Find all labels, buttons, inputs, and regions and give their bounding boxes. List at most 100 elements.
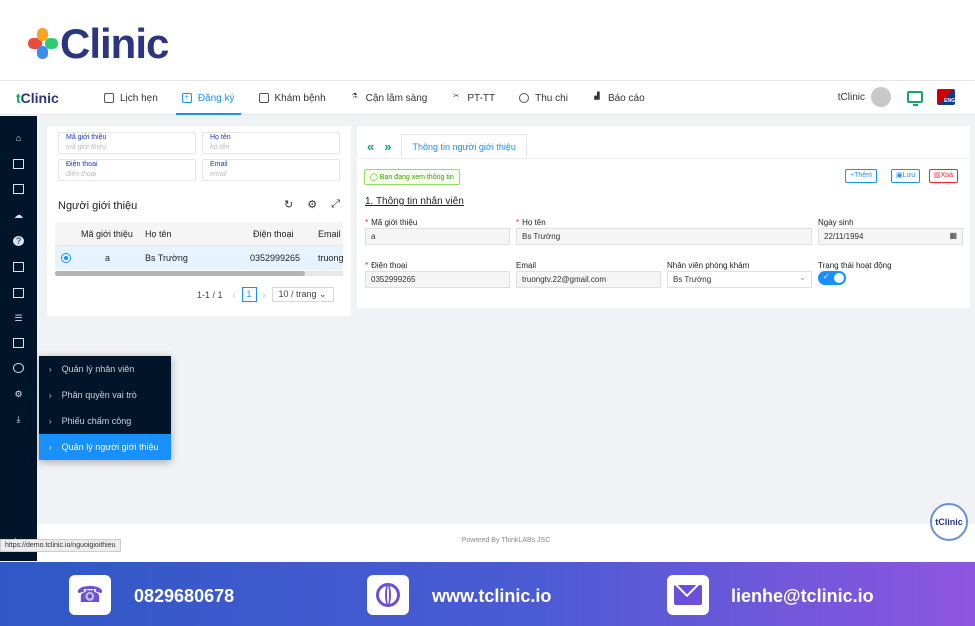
calendar-icon[interactable] <box>13 184 24 194</box>
nav-bao-cao[interactable]: ▟ Báo cáo <box>580 81 657 115</box>
brand-logo: Clinic <box>28 20 169 67</box>
app-logo[interactable]: tClinic <box>16 90 59 106</box>
gears-icon[interactable]: ⚙ <box>13 389 24 399</box>
page-range: 1-1 / 1 <box>197 289 223 300</box>
check-icon: ✓ <box>823 272 830 281</box>
help-icon[interactable]: ? <box>13 236 24 246</box>
top-navigation: tClinic Lịch hẹn + Đăng ký Khám bệnh ⚗ Cận… <box>0 81 975 115</box>
list-title: Người giới thiệu <box>58 200 138 212</box>
pagination: 1-1 / 1 ‹ 1 › 10 / trang ⌄ <box>197 287 334 302</box>
status-toggle[interactable]: ✓ <box>818 271 846 285</box>
column-name: Họ tên <box>145 229 172 239</box>
cloud-upload-icon[interactable]: ☁ <box>13 210 24 220</box>
submenu-referrer-management[interactable]: › Quản lý người giới thiệu <box>39 434 171 460</box>
tab-referrer-info[interactable]: Thông tin người giới thiệu <box>401 134 527 159</box>
referrer-detail-panel: « » Thông tin người giới thiệu ◯ Bạn đan… <box>357 126 970 308</box>
chevron-right-icon: › <box>49 364 52 374</box>
section-title: 1. Thông tin nhân viên <box>365 196 464 207</box>
language-flag-icon[interactable]: ENG <box>937 89 955 105</box>
add-button[interactable]: +Thêm <box>845 169 877 183</box>
dob-field[interactable]: 22/11/1994 ▦ <box>818 228 963 245</box>
nav-pt-tt[interactable]: ✂ PT-TT <box>439 81 507 115</box>
staff-submenu: › Quản lý nhân viên › Phân quyền vai trò ›… <box>39 356 171 460</box>
page-size-select[interactable]: 10 / trang ⌄ <box>271 287 334 302</box>
brand-name: Clinic <box>60 20 169 67</box>
nav-thu-chi[interactable]: Thu chi <box>507 81 580 115</box>
chart-icon: ▟ <box>594 93 600 100</box>
nav-dang-ky[interactable]: + Đăng ký <box>170 81 247 115</box>
monitor-icon[interactable] <box>907 91 923 106</box>
email-label: Email <box>516 261 537 270</box>
page-number[interactable]: 1 <box>241 287 257 302</box>
footer: Powered By ThinkLABs JSC <box>37 524 975 561</box>
money-icon <box>519 93 530 103</box>
chevron-right-icon: › <box>49 416 52 426</box>
card-icon[interactable] <box>13 262 24 272</box>
column-phone: Điện thoại <box>253 229 294 239</box>
exam-icon <box>258 93 269 103</box>
name-label: * Họ tên <box>516 218 546 227</box>
prev-page-icon[interactable]: ‹ <box>233 290 236 300</box>
code-filter-input[interactable]: Mã giới thiệu mã giới thiệu <box>58 132 196 154</box>
staff-label: Nhân viên phòng khám <box>667 261 750 270</box>
nav-lich-hen[interactable]: Lịch hẹn <box>92 81 170 115</box>
email-filter-input[interactable]: Email email <box>202 159 340 181</box>
status-label: Trạng thái hoạt động <box>818 261 892 270</box>
reload-icon[interactable]: ↻ <box>284 198 293 211</box>
scissors-icon: ✂ <box>453 93 460 100</box>
mail-icon <box>667 575 709 615</box>
email-field[interactable]: truongtv.22@gmail.com <box>516 271 661 288</box>
submenu-timesheet[interactable]: › Phiếu chấm công <box>39 408 171 434</box>
phone-field[interactable]: 0352999265 <box>365 271 510 288</box>
download-icon[interactable]: ⤓ <box>13 414 24 424</box>
money-icon[interactable] <box>13 288 24 298</box>
code-field[interactable]: a <box>365 228 510 245</box>
horizontal-scrollbar[interactable] <box>55 271 343 276</box>
double-chevron-right-icon[interactable]: » <box>384 139 391 154</box>
fullscreen-icon[interactable]: ⤢ <box>331 198 340 211</box>
user-circle-icon[interactable] <box>13 363 24 373</box>
tclinic-chat-button[interactable]: tClinic <box>930 503 968 541</box>
nav-kham-benh[interactable]: Khám bệnh <box>247 81 338 115</box>
row-select-radio[interactable] <box>61 253 71 263</box>
contact-website: www.tclinic.io <box>432 586 552 606</box>
id-card-icon[interactable] <box>13 159 24 169</box>
row-code: a <box>105 253 111 263</box>
table-header: Mã giới thiệu Họ tên Điện thoại Email <box>55 222 343 246</box>
sidebar: ⌂ ☁ ? ☰ ⚙ ⤓ › <box>0 116 37 561</box>
globe-icon <box>367 575 409 615</box>
submenu-staff-management[interactable]: › Quản lý nhân viên <box>39 356 171 382</box>
chevron-down-icon: ⌄ <box>799 273 806 282</box>
staff-select[interactable]: Bs Trường ⌄ <box>667 271 812 288</box>
name-field[interactable]: Bs Trường <box>516 228 812 245</box>
row-name: Bs Trường <box>145 253 188 263</box>
save-button[interactable]: ▣Lưu <box>891 169 921 183</box>
nav-can-lam-sang[interactable]: ⚗ Cận lâm sàng <box>338 81 440 115</box>
column-email: Email <box>318 229 341 239</box>
double-chevron-left-icon[interactable]: « <box>367 139 374 154</box>
user-name: tClinic <box>837 91 865 103</box>
app-window: tClinic Lịch hẹn + Đăng ký Khám bệnh ⚗ Cận… <box>0 80 975 561</box>
contact-email: lienhe@tclinic.io <box>731 586 874 606</box>
phone-icon: ☎ <box>69 575 111 615</box>
phone-label: * Điện thoại <box>365 261 408 270</box>
column-code: Mã giới thiệu <box>81 229 133 239</box>
dob-label: Ngày sinh <box>818 218 854 227</box>
submenu-role-permissions[interactable]: › Phân quyền vai trò <box>39 382 171 408</box>
table-row[interactable]: a Bs Trường 0352999265 truong <box>55 246 343 270</box>
name-filter-input[interactable]: Họ tên họ tên <box>202 132 340 154</box>
avatar[interactable] <box>871 87 891 107</box>
contact-phone: 0829680678 <box>134 586 235 606</box>
cross-logo-icon <box>28 28 58 60</box>
delete-button[interactable]: ▥Xoá <box>929 169 959 183</box>
phone-filter-input[interactable]: Điện thoại điện thoại <box>58 159 196 181</box>
viewing-status-badge: ◯ Bạn đang xem thông tin <box>364 169 460 185</box>
code-label: * Mã giới thiệu <box>365 218 418 227</box>
lab-icon: ⚗ <box>351 93 358 100</box>
home-icon[interactable]: ⌂ <box>13 133 24 143</box>
file-icon[interactable] <box>13 338 24 348</box>
settings-icon[interactable]: ⚙ <box>307 198 317 211</box>
next-page-icon[interactable]: › <box>263 290 266 300</box>
list-icon[interactable]: ☰ <box>13 313 24 323</box>
calendar-icon <box>104 93 114 103</box>
